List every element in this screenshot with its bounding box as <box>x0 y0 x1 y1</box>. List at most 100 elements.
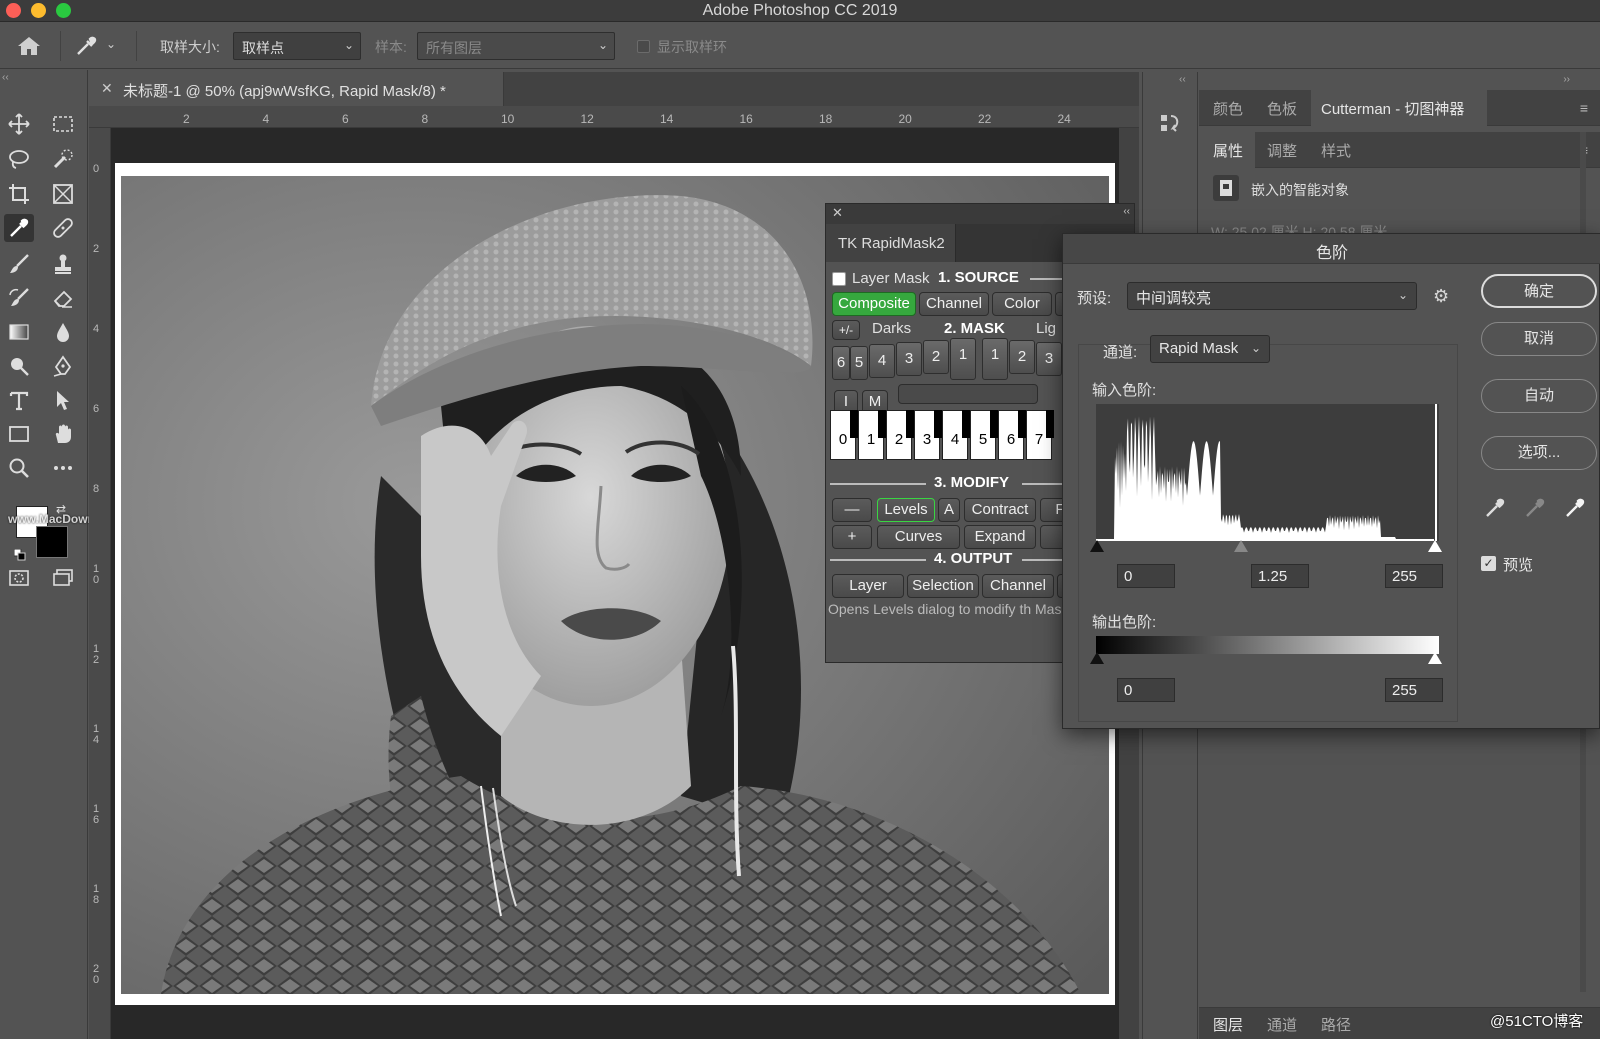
dodge-icon[interactable] <box>4 352 34 380</box>
tab-adjustments[interactable]: 调整 <box>1267 140 1297 161</box>
light-level-3-button[interactable]: 3 <box>1036 342 1062 376</box>
contract-button[interactable]: Contract <box>964 498 1036 522</box>
sample-size-select[interactable]: 取样点 ⌄ <box>233 32 361 60</box>
tab-properties[interactable]: 属性 <box>1213 140 1243 161</box>
input-white-field[interactable]: 255 <box>1385 564 1443 588</box>
plus-minus-button[interactable]: +/- <box>832 320 860 340</box>
rectangle-icon[interactable] <box>4 420 34 448</box>
healing-icon[interactable] <box>48 214 78 242</box>
collapse-icon[interactable]: ‹‹ <box>1123 206 1130 217</box>
type-icon[interactable] <box>4 386 34 414</box>
input-white-slider[interactable] <box>1428 540 1442 552</box>
path-select-icon[interactable] <box>48 386 78 414</box>
input-black-slider[interactable] <box>1090 540 1104 552</box>
output-channel-button[interactable]: Channel <box>982 574 1054 598</box>
tab-channels[interactable]: 通道 <box>1267 1014 1297 1035</box>
black-key[interactable] <box>934 410 942 438</box>
quick-mask-icon[interactable] <box>4 564 34 592</box>
zoom-icon[interactable] <box>4 454 34 482</box>
channel-source-button[interactable]: Channel <box>919 292 989 316</box>
white-point-eyedropper-icon[interactable] <box>1563 496 1587 520</box>
lasso-icon[interactable] <box>4 145 34 173</box>
gray-point-eyedropper-icon[interactable] <box>1523 496 1547 520</box>
levels-button[interactable]: Levels <box>877 498 935 522</box>
black-key[interactable] <box>878 410 886 438</box>
color-source-button[interactable]: Color <box>992 292 1052 316</box>
collapse-icon[interactable]: ‹‹ <box>1179 74 1186 85</box>
composite-button[interactable]: Composite <box>832 292 916 316</box>
gear-icon[interactable]: ⚙ <box>1433 286 1449 307</box>
show-sampling-ring-checkbox[interactable] <box>637 40 650 53</box>
black-key[interactable] <box>962 410 970 438</box>
eyedropper-tool-preset-icon[interactable] <box>74 35 98 57</box>
tab-swatches[interactable]: 色板 <box>1267 98 1297 119</box>
background-color-swatch[interactable] <box>36 526 68 558</box>
light-level-2-button[interactable]: 2 <box>1009 340 1035 374</box>
home-icon[interactable] <box>16 35 42 57</box>
options-button[interactable]: 选项... <box>1481 436 1597 470</box>
auto-button[interactable]: 自动 <box>1481 379 1597 413</box>
frame-icon[interactable] <box>48 180 78 208</box>
document-tab[interactable]: ✕ 未标题-1 @ 50% (apj9wWsfKG, Rapid Mask/8)… <box>89 72 504 106</box>
brush-icon[interactable] <box>4 250 34 278</box>
channel-select[interactable]: Rapid Mask ⌄ <box>1150 335 1270 363</box>
light-level-1-button[interactable]: 1 <box>982 338 1008 380</box>
close-icon[interactable]: ✕ <box>832 205 843 221</box>
dark-level-4-button[interactable]: 4 <box>869 344 895 378</box>
collapse-icon[interactable]: ‹‹ <box>2 72 9 83</box>
output-white-slider[interactable] <box>1428 652 1442 664</box>
plus-button[interactable]: + <box>832 525 872 549</box>
input-gamma-field[interactable]: 1.25 <box>1251 564 1309 588</box>
expand-button[interactable]: Expand <box>964 525 1036 549</box>
collapse-icon[interactable]: ›› <box>1563 74 1570 85</box>
black-key[interactable] <box>850 410 858 438</box>
dark-level-5-button[interactable]: 5 <box>850 346 868 380</box>
rapidmask-tab[interactable]: TK RapidMask2 <box>826 224 956 262</box>
black-key[interactable] <box>1018 410 1026 438</box>
tab-layers[interactable]: 图层 <box>1213 1014 1243 1035</box>
black-point-eyedropper-icon[interactable] <box>1483 496 1507 520</box>
pen-icon[interactable] <box>48 352 78 380</box>
output-white-field[interactable]: 255 <box>1385 678 1443 702</box>
history-panel-icon[interactable] <box>1159 112 1183 136</box>
input-black-field[interactable]: 0 <box>1117 564 1175 588</box>
minus-button[interactable]: — <box>832 498 872 522</box>
horizontal-ruler[interactable]: 2 4 6 8 10 12 14 16 18 20 22 24 <box>89 106 1139 128</box>
output-black-slider[interactable] <box>1090 652 1104 664</box>
dark-level-3-button[interactable]: 3 <box>896 342 922 376</box>
vertical-ruler[interactable]: 0 2 4 6 8 10 12 14 16 18 20 <box>89 128 111 1039</box>
blur-icon[interactable] <box>48 318 78 346</box>
history-brush-icon[interactable] <box>4 284 34 312</box>
tab-cutterman[interactable]: Cutterman - 切图神器 <box>1321 98 1464 119</box>
marquee-icon[interactable] <box>48 110 78 138</box>
preset-select[interactable]: 中间调较亮 ⌄ <box>1127 282 1417 310</box>
gradient-icon[interactable] <box>4 318 34 346</box>
stamp-icon[interactable] <box>48 250 78 278</box>
curves-button[interactable]: Curves <box>877 525 960 549</box>
screen-mode-icon[interactable] <box>48 564 78 592</box>
close-icon[interactable]: ✕ <box>101 80 113 97</box>
range-bar[interactable] <box>898 384 1038 404</box>
dark-level-1-button[interactable]: 1 <box>950 338 976 380</box>
black-key[interactable] <box>906 410 914 438</box>
eraser-icon[interactable] <box>48 284 78 312</box>
tab-paths[interactable]: 路径 <box>1321 1014 1351 1035</box>
ok-button[interactable]: 确定 <box>1481 274 1597 308</box>
tab-color[interactable]: 颜色 <box>1213 98 1243 119</box>
cancel-button[interactable]: 取消 <box>1481 322 1597 356</box>
sample-select[interactable]: 所有图层 ⌄ <box>417 32 615 60</box>
preview-checkbox[interactable]: ✓ <box>1481 556 1496 571</box>
panel-menu-icon[interactable]: ≡ <box>1580 100 1588 116</box>
dark-level-2-button[interactable]: 2 <box>923 340 949 374</box>
input-gamma-slider[interactable] <box>1234 540 1248 552</box>
output-selection-button[interactable]: Selection <box>907 574 979 598</box>
chevron-down-icon[interactable]: ⌄ <box>106 37 116 51</box>
quick-select-icon[interactable] <box>48 145 78 173</box>
black-key[interactable] <box>1046 410 1054 438</box>
layer-mask-checkbox[interactable] <box>832 272 846 286</box>
hand-icon[interactable] <box>48 420 78 448</box>
tab-styles[interactable]: 样式 <box>1321 140 1351 161</box>
auto-button[interactable]: A <box>938 498 960 522</box>
more-icon[interactable] <box>48 454 78 482</box>
move-icon[interactable] <box>4 110 34 138</box>
